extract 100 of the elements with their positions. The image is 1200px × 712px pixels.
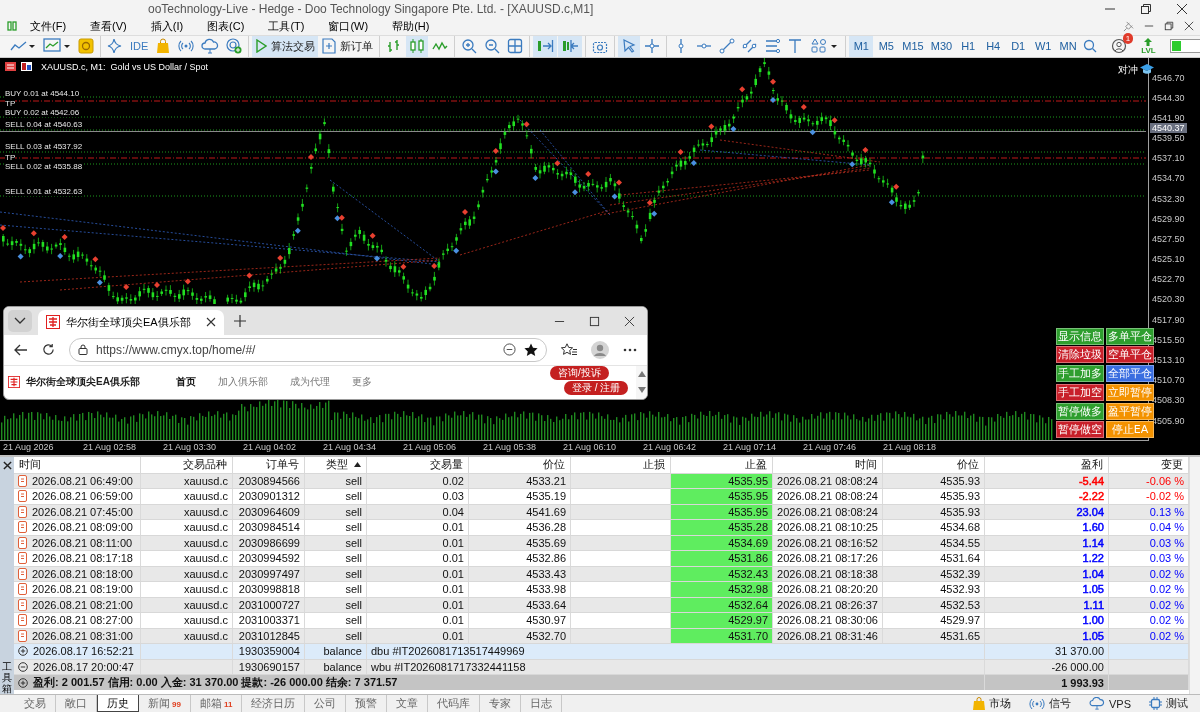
account-icon[interactable] xyxy=(1111,38,1128,54)
column-header[interactable]: 盈利 xyxy=(985,456,1109,473)
cursor-button[interactable] xyxy=(618,35,641,57)
chart-list-icon[interactable] xyxy=(5,62,16,71)
chart-flag-icon[interactable] xyxy=(21,62,32,71)
timeframe-button[interactable]: M1 xyxy=(849,35,874,57)
zoom-out-icon[interactable] xyxy=(503,343,516,356)
crosshair-icon xyxy=(644,38,661,54)
login-button[interactable]: 登录 / 注册 xyxy=(564,380,629,395)
timeframe-button[interactable]: W1 xyxy=(1031,35,1056,57)
ide-button[interactable]: IDE xyxy=(127,35,152,57)
table-cell: 2026.08.17 16:52:21 xyxy=(33,645,134,658)
timeframe-button[interactable]: H1 xyxy=(956,35,981,57)
nav-link[interactable]: 更多 xyxy=(351,375,372,389)
search-icon[interactable] xyxy=(1083,39,1098,53)
menu-item[interactable]: 文件(F) xyxy=(18,18,79,34)
ea-button[interactable]: 空单平仓 xyxy=(1106,346,1154,364)
timeframe-button[interactable]: MN xyxy=(1056,35,1081,57)
ea-button[interactable]: 清除垃圾 xyxy=(1056,346,1104,364)
tab-list-button[interactable] xyxy=(8,309,32,332)
panel-tab[interactable]: 公司 xyxy=(305,695,347,712)
close-icon[interactable] xyxy=(1184,20,1194,31)
table-row[interactable]: 2026.08.21 08:27:00 xauusd.c 2031003371 sell 0.01 4530.97 4529.97 2026.08.21 08:30:06 4529.97 1.00 0.02 % xyxy=(14,612,1189,628)
browser-tab[interactable]: 华尔街全球顶尖EA俱乐部 xyxy=(38,309,224,335)
shift-button[interactable] xyxy=(558,35,583,57)
more-icon[interactable] xyxy=(623,347,637,352)
nav-link[interactable]: 首页 xyxy=(175,375,196,389)
column-header[interactable]: 订单号 xyxy=(233,456,305,473)
star-icon[interactable] xyxy=(524,342,538,357)
column-header[interactable]: 止损 xyxy=(571,456,671,473)
menu-item[interactable]: 插入(I) xyxy=(138,18,196,34)
panel-tab[interactable]: 邮箱 11 xyxy=(190,695,243,712)
ea-button[interactable]: 全部平仓 xyxy=(1106,365,1154,383)
table-row[interactable]: 2026.08.21 06:59:00 xauusd.c 2030901312 sell 0.03 4535.19 4535.95 2026.08.21 08:08:24 4535.93 -2.22 -0.02 % xyxy=(14,488,1189,504)
toolbox-label[interactable]: 工具箱 xyxy=(2,661,12,694)
panel-tab[interactable]: 日志 xyxy=(521,695,563,712)
column-header[interactable]: 止盈 xyxy=(671,456,773,473)
column-header[interactable]: 交易品种 xyxy=(141,456,233,473)
menu-item[interactable]: 帮助(H) xyxy=(380,18,442,34)
column-header[interactable]: 时间 xyxy=(14,456,141,473)
timeframe-button[interactable]: M5 xyxy=(874,35,899,57)
autoscroll-button[interactable] xyxy=(533,35,558,57)
reload-icon[interactable] xyxy=(42,343,55,356)
scrollbar[interactable] xyxy=(636,365,647,399)
table-row[interactable]: 2026.08.21 08:19:00 xauusd.c 2030998818 sell 0.01 4533.98 4532.98 2026.08.21 08:20:20 4532.93 1.05 0.02 % xyxy=(14,581,1189,597)
column-header[interactable]: 交易量 xyxy=(367,456,469,473)
column-header[interactable]: 价位 xyxy=(883,456,985,473)
restore-icon[interactable] xyxy=(1164,20,1174,31)
maximize-icon[interactable] xyxy=(589,315,600,327)
panel-tab[interactable]: 新闻 99 xyxy=(139,695,191,712)
table-row[interactable]: 2026.08.21 08:17:18 xauusd.c 2030994592 sell 0.01 4532.86 4531.86 2026.08.21 08:17:26 4531.64 1.22 0.03 % xyxy=(14,550,1189,566)
new-order-button[interactable]: 新订单 xyxy=(319,35,377,57)
nav-link[interactable]: 加入俱乐部 xyxy=(217,375,268,389)
algo-button[interactable]: 算法交易 xyxy=(252,35,319,57)
close-icon[interactable] xyxy=(624,315,635,327)
app-icon[interactable] xyxy=(6,20,18,33)
nav-link[interactable]: 成为代理 xyxy=(289,375,330,389)
avatar-icon[interactable] xyxy=(591,340,609,359)
panel-tab[interactable]: 预警 xyxy=(346,695,388,712)
candles-button[interactable] xyxy=(406,35,429,57)
back-icon[interactable] xyxy=(14,343,28,356)
ea-button[interactable]: 暂停做空 xyxy=(1056,421,1104,439)
restore-icon[interactable] xyxy=(1140,2,1152,15)
menu-item[interactable]: 查看(V) xyxy=(78,18,139,34)
scroll-up-icon[interactable] xyxy=(637,370,646,377)
column-header[interactable]: 价位 xyxy=(469,456,571,473)
market-button[interactable]: 市场 xyxy=(967,695,1017,712)
scroll-down-icon[interactable] xyxy=(637,387,646,394)
pin-icon[interactable] xyxy=(1123,20,1134,32)
ea-button[interactable]: 手工加空 xyxy=(1056,383,1104,401)
table-row[interactable]: 2026.08.17 16:52:21 1930359004 balance dbu #IT2026081713517449969 31 370.00 xyxy=(14,643,1189,659)
timeframe-button[interactable]: M15 xyxy=(899,35,927,57)
plus-circle-icon[interactable] xyxy=(18,677,28,688)
new-tab-icon[interactable] xyxy=(234,314,246,327)
panel-tab[interactable]: 交易 xyxy=(15,695,56,712)
timeframe-button[interactable]: M30 xyxy=(927,35,956,57)
panel-tab[interactable]: 专家 xyxy=(480,695,522,712)
column-header[interactable]: 时间 xyxy=(773,456,883,473)
panel-tab[interactable]: 代码库 xyxy=(428,695,481,712)
panel-tab[interactable]: 经济日历 xyxy=(242,695,306,712)
column-header[interactable]: 类型 xyxy=(305,456,367,473)
close-icon[interactable] xyxy=(1176,2,1188,15)
panel-tab[interactable]: 文章 xyxy=(387,695,429,712)
current-price-label: 4540.37 xyxy=(1150,123,1187,133)
vps-button[interactable]: VPS xyxy=(1083,695,1137,712)
tester-button[interactable]: 测试 xyxy=(1143,695,1194,712)
timeframe-button[interactable]: D1 xyxy=(1006,35,1031,57)
scrollbar[interactable] xyxy=(1189,456,1200,694)
favorites-icon[interactable] xyxy=(561,342,577,357)
timeframe-button[interactable]: H4 xyxy=(981,35,1006,57)
signals-button[interactable]: 信号 xyxy=(1023,695,1077,712)
panel-tab[interactable]: 历史 xyxy=(97,695,139,712)
close-tab-icon[interactable] xyxy=(206,317,216,327)
menu-item[interactable]: 窗口(W) xyxy=(316,18,381,34)
menu-item[interactable]: 工具(T) xyxy=(256,18,317,34)
money-button[interactable] xyxy=(75,35,97,57)
menu-item[interactable]: 图表(C) xyxy=(195,18,257,34)
consult-button[interactable]: 咨询/投诉 xyxy=(550,365,609,380)
table-row[interactable]: 2026.08.21 08:09:00 xauusd.c 2030984514 sell 0.01 4536.28 4535.28 2026.08.21 08:10:25 4534.68 1.60 0.04 % xyxy=(14,519,1189,535)
close-icon[interactable] xyxy=(2,460,12,470)
